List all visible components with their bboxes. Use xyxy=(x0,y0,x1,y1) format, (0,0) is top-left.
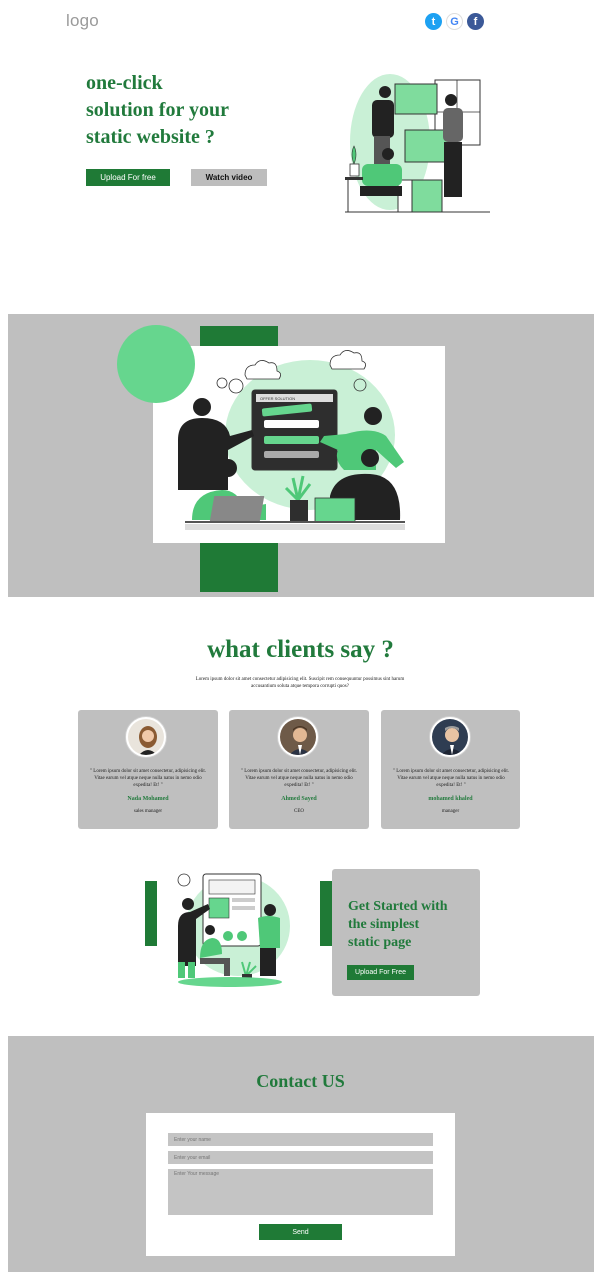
message-textarea[interactable] xyxy=(168,1169,433,1215)
testimonial-name: Nada Mohamed xyxy=(127,796,169,802)
facebook-icon[interactable]: f xyxy=(467,13,484,30)
testimonial-card: " Lorem ipsum dolor sit amet consectetur… xyxy=(78,710,218,829)
decor-green-block xyxy=(200,542,278,592)
testimonials-title: what clients say ? xyxy=(207,636,394,663)
hero-title-line: solution for your xyxy=(86,99,229,121)
avatar xyxy=(126,717,166,757)
testimonial-card: " Lorem ipsum dolor sit amet consectetur… xyxy=(229,710,369,829)
cta-title-line: the simplest xyxy=(348,917,420,932)
testimonial-role: sales manager xyxy=(133,809,163,814)
cta-illustration xyxy=(177,873,290,987)
testimonial-name: Ahmed Sayed xyxy=(281,796,317,802)
watch-video-button[interactable]: Watch video xyxy=(191,169,267,186)
team-illustration: OFFER SOLUTION xyxy=(178,350,405,530)
twitter-icon[interactable]: t xyxy=(425,13,442,30)
testimonial-card: " Lorem ipsum dolor sit amet consectetur… xyxy=(381,710,520,829)
cta-title-line: Get Started with xyxy=(348,899,448,914)
avatar xyxy=(278,717,318,757)
decor-green-bar xyxy=(145,881,157,946)
logo[interactable]: logo xyxy=(66,11,99,31)
send-button[interactable]: Send xyxy=(259,1224,342,1240)
testimonial-quote: " Lorem ipsum dolor sit amet consectetur… xyxy=(393,769,509,788)
testimonial-role: CEO xyxy=(294,809,304,814)
cta-upload-button[interactable]: Upload For Free xyxy=(347,965,414,980)
hero-illustration xyxy=(345,74,490,213)
testimonial-quote: " Lorem ipsum dolor sit amet consectetur… xyxy=(241,769,357,788)
email-input[interactable] xyxy=(168,1151,433,1164)
cta-title: Get Started with the simplest static pag… xyxy=(348,898,473,952)
testimonial-role: manager xyxy=(441,809,460,814)
testimonials-intro: Lorem ipsum dolor sit amet consectetur a… xyxy=(130,676,470,690)
intro-line: accusantium soluta atque tempora corrupt… xyxy=(251,684,349,689)
avatar xyxy=(430,717,470,757)
decor-green-bar xyxy=(320,881,332,946)
window-title: OFFER SOLUTION xyxy=(260,396,295,401)
cta-box: Get Started with the simplest static pag… xyxy=(332,869,480,996)
hero-title-line: one-click xyxy=(86,72,163,94)
upload-for-free-button[interactable]: Upload For free xyxy=(86,169,170,186)
contact-title: Contact US xyxy=(256,1071,345,1091)
cta-title-line: static page xyxy=(348,935,412,950)
decor-green-bar xyxy=(200,326,278,346)
hero-title: one-click solution for your static websi… xyxy=(86,70,306,151)
testimonial-name: mohamed khaled xyxy=(428,796,473,802)
hero-title-line: static website ? xyxy=(86,126,215,148)
testimonial-quote: " Lorem ipsum dolor sit amet consectetur… xyxy=(90,769,206,788)
contact-form: Send xyxy=(146,1113,455,1256)
intro-line: Lorem ipsum dolor sit amet consectetur a… xyxy=(195,677,405,682)
google-icon[interactable]: G xyxy=(446,13,463,30)
name-input[interactable] xyxy=(168,1133,433,1146)
